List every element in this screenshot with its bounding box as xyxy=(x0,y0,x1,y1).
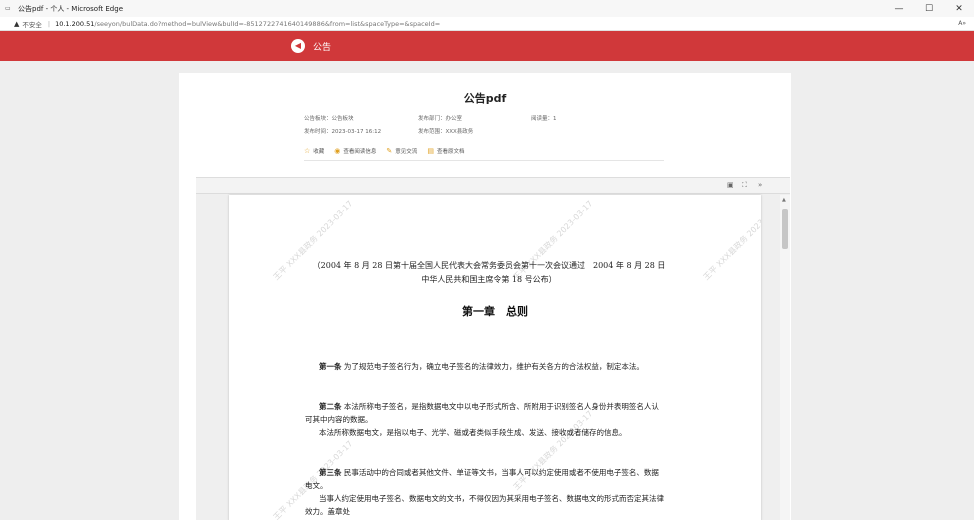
scroll-up-arrow-icon[interactable]: ▲ xyxy=(782,197,786,203)
article-1-text: 为了规范电子签名行为，确立电子签名的法律效力，维护有关各方的合法权益，制定本法。 xyxy=(341,362,644,371)
meta-scope: 发布范围：XXX县政务 xyxy=(418,129,474,135)
law-note: （2004 年 8 月 28 日第十届全国人民代表大会常务委员会第十一次会议通过… xyxy=(312,261,666,284)
url-host[interactable]: 10.1.200.51 xyxy=(55,20,94,28)
window-title: 公告pdf - 个人 - Microsoft Edge xyxy=(18,4,123,13)
pdf-toolbar: ▣ ⛶ » xyxy=(196,178,790,194)
view-reads-button[interactable]: ◉ 查看阅读信息 xyxy=(334,147,376,155)
scroll-thumb[interactable] xyxy=(782,209,788,249)
pdf-viewer: ▣ ⛶ » 王平 XXX县政务 2023-03-17 王平 XXX县政务 202… xyxy=(196,177,790,520)
feedback-label: 意见交流 xyxy=(395,149,418,155)
chapter-heading: 第一章 总则 xyxy=(462,305,528,318)
article-1-head: 第一条 xyxy=(319,362,342,371)
article-3-para-2: 当事人约定使用电子签名、数据电文的文书，不得仅因为其采用电子签名、数据电文的形式… xyxy=(305,494,664,516)
article-3-text: 民事活动中的合同或者其他文件、单证等文书，当事人可以约定使用或者不使用电子签名、… xyxy=(305,468,659,490)
announcement-card: 公告pdf 公告板块：公告板块 发布部门：办公室 阅读量：1 发布时间：2023… xyxy=(179,73,791,520)
address-bar[interactable]: ▲ 不安全 | 10.1.200.51 /seeyon/bulData.do?m… xyxy=(0,17,974,31)
favorite-button[interactable]: ☆ 收藏 xyxy=(304,147,324,155)
feedback-button[interactable]: ✎ 意见交流 xyxy=(386,147,417,155)
view-original-label: 查看原文档 xyxy=(436,149,465,155)
pdf-scrollbar[interactable]: ▲ xyxy=(780,195,790,520)
announcement-header: ◀ 公告 xyxy=(0,31,974,61)
article-1: 第一条 为了规范电子签名行为，确立电子签名的法律效力，维护有关各方的合法权益，制… xyxy=(305,360,665,373)
view-reads-label: 查看阅读信息 xyxy=(343,149,377,155)
article-2-para-2: 本法所称数据电文，是指以电子、光学、磁或者类似手段生成、发送、接收或者储存的信息… xyxy=(319,428,627,437)
expand-icon[interactable]: » xyxy=(758,181,762,189)
star-icon: ☆ xyxy=(304,147,311,155)
action-bar: ☆ 收藏 ◉ 查看阅读信息 ✎ 意见交流 ▤ 查看原文档 xyxy=(304,147,474,155)
article-3: 第三条 民事活动中的合同或者其他文件、单证等文书，当事人可以约定使用或者不使用电… xyxy=(305,466,665,492)
meta-board: 公告板块：公告板块 xyxy=(304,116,354,122)
warning-icon[interactable]: ▲ xyxy=(14,20,19,28)
meta-publish-time: 发布时间：2023-03-17 16:12 xyxy=(304,129,382,135)
read-aloud-icon[interactable]: A» xyxy=(958,20,966,27)
url-path[interactable]: /seeyon/bulData.do?method=bulView&bulId=… xyxy=(94,20,440,28)
speaker-icon: ◀ xyxy=(291,39,305,53)
page-title: 公告pdf xyxy=(463,92,507,105)
maximize-button[interactable]: ☐ xyxy=(914,4,944,14)
divider xyxy=(304,160,664,161)
security-label[interactable]: 不安全 xyxy=(22,19,42,29)
edge-tab-icon: ▭ xyxy=(5,4,11,12)
view-original-button[interactable]: ▤ 查看原文档 xyxy=(427,147,464,155)
window-titlebar: ▭ 公告pdf - 个人 - Microsoft Edge — ☐ ✕ xyxy=(0,0,974,17)
download-icon[interactable]: ▣ xyxy=(727,181,734,189)
article-2: 第二条 本法所称电子签名，是指数据电文中以电子形式所含、所附用于识别签名人身份并… xyxy=(305,400,665,426)
pencil-icon: ✎ xyxy=(386,147,393,155)
address-separator: | xyxy=(47,19,51,28)
article-3-head: 第三条 xyxy=(319,468,342,477)
pdf-page: 王平 XXX县政务 2023-03-17 王平 XXX县政务 2023-03-1… xyxy=(229,195,761,520)
minimize-button[interactable]: — xyxy=(884,4,914,14)
eye-icon: ◉ xyxy=(334,147,341,155)
header-title: 公告 xyxy=(313,43,332,53)
article-2-text: 本法所称电子签名，是指数据电文中以电子形式所含、所附用于识别签名人身份并表明签名… xyxy=(305,402,659,424)
meta-read-count: 阅读量：1 xyxy=(531,116,557,122)
watermark: 王平 XXX县政务 2023-03-17 xyxy=(701,199,761,282)
document-icon: ▤ xyxy=(427,147,434,155)
meta-department: 发布部门：办公室 xyxy=(418,116,463,122)
favorite-label: 收藏 xyxy=(313,149,325,155)
fullscreen-icon[interactable]: ⛶ xyxy=(742,181,747,190)
article-2-head: 第二条 xyxy=(319,402,342,411)
close-button[interactable]: ✕ xyxy=(944,4,974,14)
